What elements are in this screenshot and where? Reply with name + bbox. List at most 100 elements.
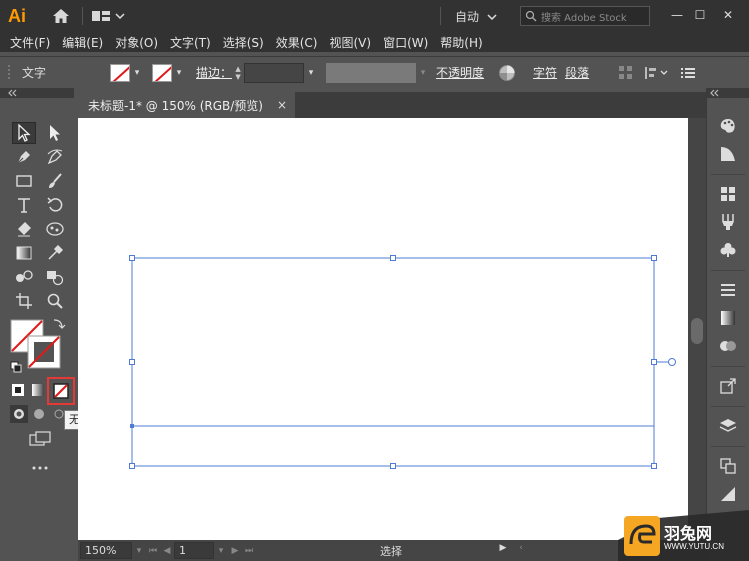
prev-artboard-button[interactable]: ◀ — [160, 546, 174, 556]
close-document-button[interactable]: × — [277, 98, 287, 112]
panel-dock — [706, 98, 749, 561]
stroke-weight-label[interactable]: 描边： — [196, 64, 232, 81]
shape-builder-tool[interactable] — [43, 266, 67, 288]
menu-window[interactable]: 窗口(W) — [383, 34, 428, 51]
layers-panel-button[interactable] — [717, 416, 739, 436]
stock-search-input[interactable]: 搜索 Adobe Stock — [520, 6, 650, 26]
screen-mode-icon — [29, 431, 51, 446]
chevron-down-icon — [115, 13, 125, 20]
home-button[interactable] — [48, 5, 74, 27]
align-grid-icon[interactable] — [619, 65, 633, 80]
stroke-weight-field[interactable] — [244, 62, 305, 83]
selection-tool[interactable] — [12, 122, 36, 144]
draw-normal-icon — [14, 409, 24, 419]
menu-effect[interactable]: 效果(C) — [276, 34, 318, 51]
character-panel-link[interactable]: 字符 — [533, 64, 557, 81]
artboard-dropdown[interactable]: ▾ — [214, 546, 228, 556]
rotate-icon — [47, 197, 63, 212]
last-artboard-button[interactable]: ⏭ — [242, 546, 256, 556]
rotate-tool[interactable] — [43, 194, 67, 216]
selected-rectangle[interactable] — [78, 118, 688, 540]
chevron-down-icon — [487, 13, 497, 20]
illustrator-window: Ai 自动 搜索 Adobe Stock — ☐ ✕ 文件(F) 编辑(E) 对… — [0, 0, 749, 561]
arrange-documents-button[interactable] — [91, 5, 131, 27]
menu-edit[interactable]: 编辑(E) — [62, 34, 103, 51]
rectangle-tool[interactable] — [12, 170, 36, 192]
panel-menu-icon[interactable] — [681, 67, 696, 79]
eraser-tool[interactable] — [12, 218, 36, 240]
symbols-panel-button[interactable] — [717, 240, 739, 260]
workspace-switcher[interactable]: 自动 — [455, 8, 497, 25]
status-menu-button[interactable]: ▶ — [496, 543, 510, 553]
transform-icon[interactable] — [645, 66, 669, 80]
pen-tool[interactable] — [12, 146, 36, 168]
vertical-scrollbar[interactable] — [688, 118, 706, 540]
scrollbar-thumb[interactable] — [691, 318, 703, 344]
app-logo: Ai — [8, 6, 26, 26]
document-tab[interactable]: 未标题-1* @ 150% (RGB/预览) × — [78, 92, 295, 118]
tools-panel-header[interactable] — [0, 88, 74, 98]
eyedropper-tool[interactable] — [43, 242, 67, 264]
menu-bar: 文件(F) 编辑(E) 对象(O) 文字(T) 选择(S) 效果(C) 视图(V… — [0, 32, 749, 52]
artboards-panel-button[interactable] — [717, 456, 739, 476]
zoom-tool[interactable] — [43, 290, 67, 312]
zoom-field[interactable]: 150% — [80, 542, 132, 559]
next-artboard-button[interactable]: ▶ — [228, 546, 242, 556]
none-mode-button[interactable] — [47, 377, 75, 405]
fill-dropdown[interactable]: ▾ — [130, 64, 144, 82]
direct-selection-tool[interactable] — [43, 122, 67, 144]
color-mode-button[interactable] — [8, 380, 28, 400]
stroke-dropdown[interactable]: ▾ — [172, 64, 186, 82]
curvature-tool[interactable] — [43, 146, 67, 168]
swatches-panel-button[interactable] — [717, 184, 739, 204]
artboard-canvas[interactable] — [78, 118, 688, 540]
right-panel-header[interactable] — [706, 88, 749, 98]
draw-behind-button[interactable] — [30, 405, 48, 423]
draw-normal-button[interactable] — [10, 405, 28, 423]
profile-dropdown[interactable]: ▾ — [416, 64, 430, 82]
variable-width-profile[interactable] — [326, 62, 417, 83]
artboards-icon — [720, 458, 736, 474]
grip-icon — [8, 64, 10, 79]
gradient-mode-button[interactable] — [28, 380, 48, 400]
menu-object[interactable]: 对象(O) — [115, 34, 158, 51]
gradient-tool[interactable] — [12, 242, 36, 264]
gradient-panel-button[interactable] — [717, 308, 739, 328]
menu-view[interactable]: 视图(V) — [329, 34, 371, 51]
menu-type[interactable]: 文字(T) — [170, 34, 211, 51]
first-artboard-button[interactable]: ⏮ — [146, 546, 160, 556]
paragraph-panel-link[interactable]: 段落 — [565, 64, 589, 81]
draw-behind-icon — [34, 409, 44, 419]
brushes-panel-button[interactable] — [717, 212, 739, 232]
color-panel-button[interactable] — [717, 116, 739, 136]
fill-swatch[interactable] — [110, 63, 131, 82]
menu-help[interactable]: 帮助(H) — [440, 34, 482, 51]
color-icon — [12, 384, 24, 396]
stroke-panel-button[interactable] — [717, 280, 739, 300]
puppet-warp-tool[interactable] — [43, 218, 67, 240]
opacity-label[interactable]: 不透明度 — [436, 64, 484, 81]
image-trace-button[interactable] — [717, 484, 739, 504]
export-panel-button[interactable] — [717, 376, 739, 396]
maximize-button[interactable]: ☐ — [690, 5, 710, 25]
paintbrush-tool[interactable] — [43, 170, 67, 192]
hscroll-left-button[interactable]: ‹ — [514, 543, 528, 553]
transparency-panel-button[interactable] — [717, 336, 739, 356]
edit-toolbar-button[interactable] — [28, 460, 52, 476]
zoom-dropdown[interactable]: ▾ — [132, 546, 146, 556]
close-window-button[interactable]: ✕ — [718, 5, 738, 25]
stroke-weight-stepper[interactable]: ▲ ▼ — [232, 62, 244, 84]
minimize-button[interactable]: — — [667, 5, 687, 25]
recolor-icon[interactable] — [498, 64, 516, 82]
screen-mode-button[interactable] — [28, 430, 52, 448]
type-tool[interactable] — [12, 194, 36, 216]
stroke-swatch[interactable] — [152, 63, 173, 82]
artboard-tool[interactable] — [12, 290, 36, 312]
eraser-icon — [18, 222, 31, 237]
color-guide-button[interactable] — [717, 144, 739, 164]
artboard-number-field[interactable]: 1 — [174, 542, 214, 559]
stroke-weight-dropdown[interactable]: ▾ — [304, 64, 318, 82]
menu-select[interactable]: 选择(S) — [223, 34, 264, 51]
menu-file[interactable]: 文件(F) — [10, 34, 50, 51]
blend-tool[interactable] — [12, 266, 36, 288]
